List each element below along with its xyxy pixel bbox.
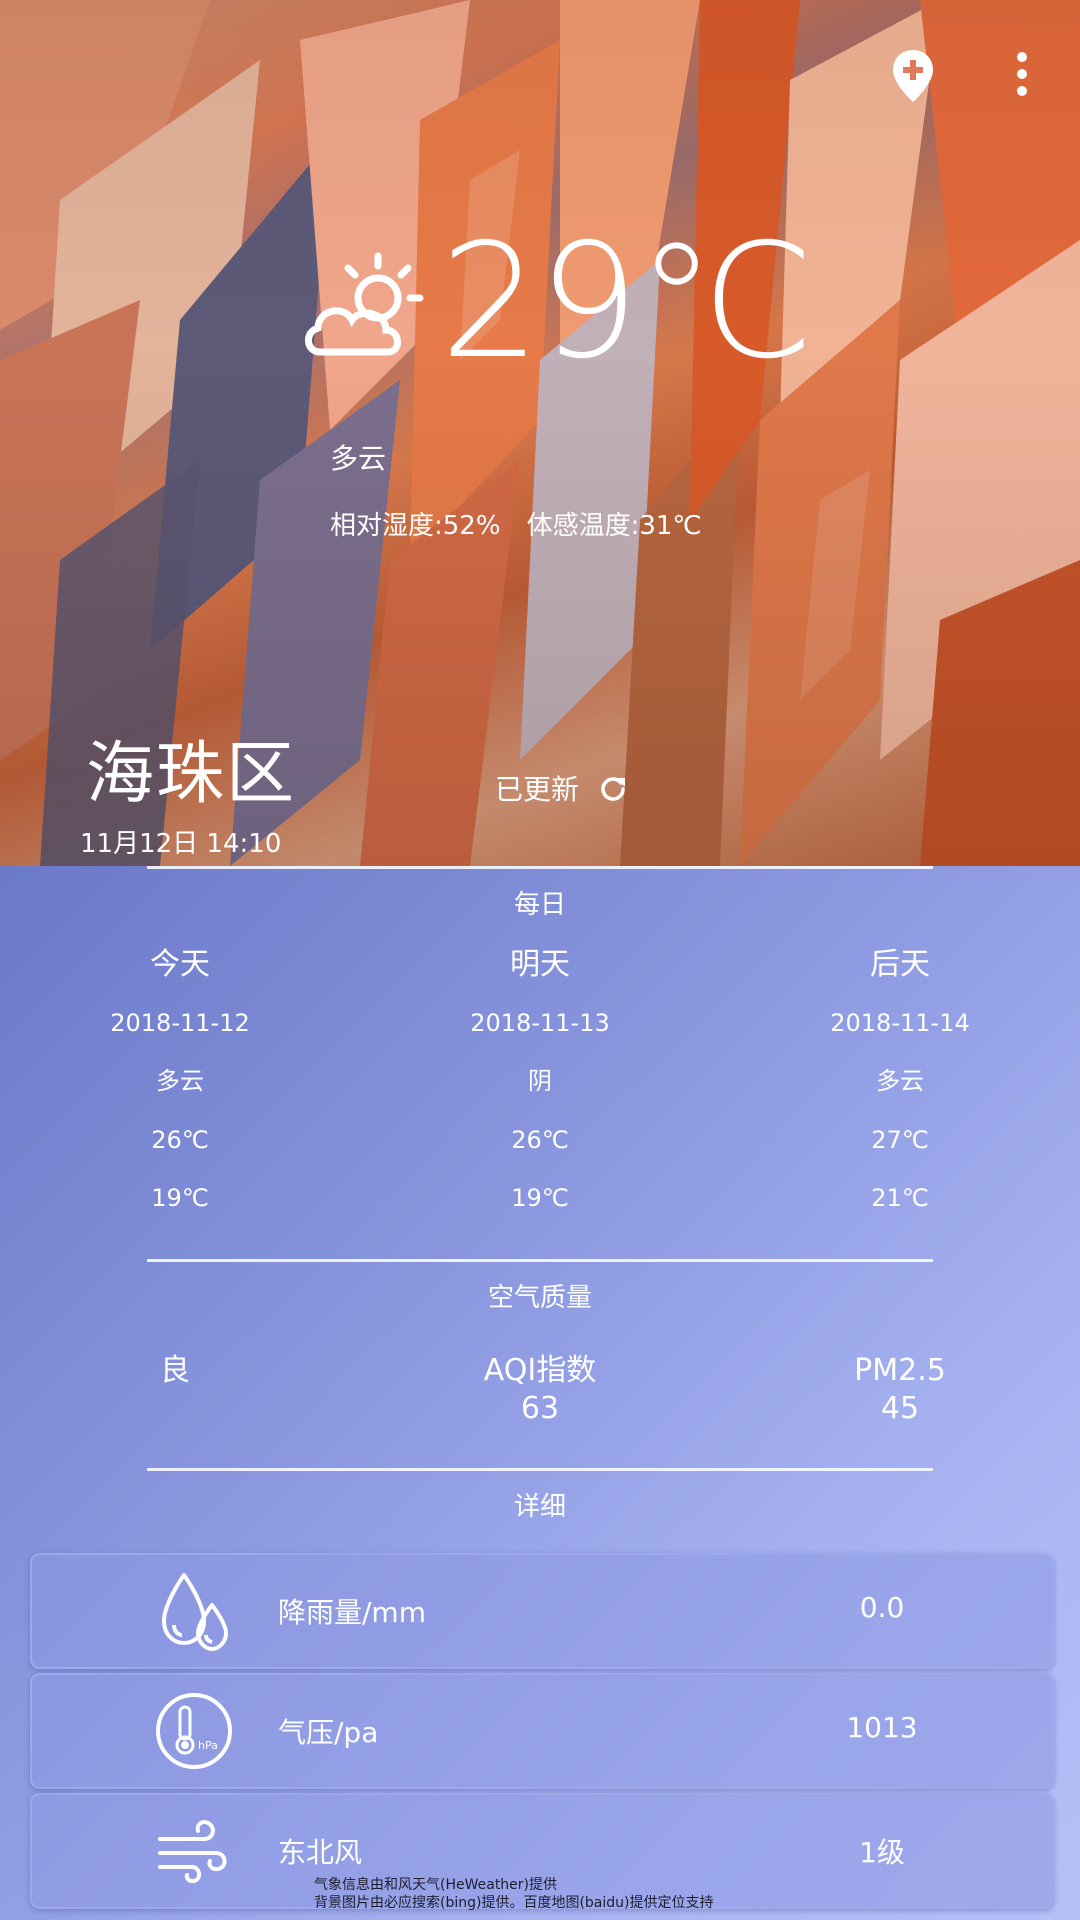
day-high: 26℃: [151, 1126, 209, 1154]
current-condition: 多云: [330, 442, 387, 475]
details-title: 详细: [513, 1492, 566, 1522]
divider-detail: [147, 1468, 933, 1471]
update-datetime: 11月12日 14:10: [80, 829, 282, 859]
detail-card-rainfall[interactable]: 降雨量/mm 0.0: [30, 1553, 1054, 1669]
city-name[interactable]: 海珠区: [86, 718, 296, 817]
more-options-button[interactable]: [1010, 48, 1034, 100]
detail-label: 东北风: [278, 1836, 363, 1869]
forecast-day-tomorrow: 明天 2018-11-13 阴 26℃ 19℃: [390, 935, 690, 1227]
day-high: 27℃: [871, 1126, 929, 1154]
aqi-block: AQI指数 63: [440, 1352, 640, 1428]
svg-text:hPa: hPa: [198, 1739, 218, 1752]
raindrops-icon: [162, 1573, 228, 1651]
air-quality-level: 良: [160, 1353, 190, 1388]
day-low: 19℃: [151, 1184, 209, 1212]
forecast-day-after-tomorrow: 后天 2018-11-14 多云 27℃ 21℃: [750, 935, 1050, 1227]
credits-image-location: 背景图片由必应搜索(bing)提供。百度地图(baidu)提供定位支持: [314, 1895, 714, 1911]
day-date: 2018-11-12: [110, 1009, 250, 1037]
pm25-block: PM2.5 45: [800, 1352, 1000, 1428]
humidity-feels-row: 相对湿度:52% 体感温度:31℃: [330, 505, 728, 542]
pm25-label: PM2.5: [854, 1353, 946, 1388]
detail-label: 降雨量/mm: [278, 1596, 426, 1629]
refresh-button[interactable]: 已更新: [495, 768, 627, 808]
day-label: 明天: [510, 947, 570, 982]
humidity-text: 相对湿度:52%: [330, 511, 501, 541]
air-quality-title: 空气质量: [487, 1283, 592, 1313]
credits-weather: 气象信息由和风天气(HeWeather)提供: [314, 1877, 558, 1893]
day-weather: 多云: [156, 1067, 204, 1095]
forecast-day-today: 今天 2018-11-12 多云 26℃ 19℃: [30, 935, 330, 1227]
barometer-icon: hPa: [156, 1693, 232, 1769]
more-vertical-icon: [1017, 52, 1027, 96]
pm25-value: 45: [880, 1391, 920, 1426]
divider-top: [147, 866, 933, 869]
detail-card-pressure[interactable]: hPa 气压/pa 1013: [30, 1673, 1054, 1789]
updated-label: 已更新: [495, 773, 580, 806]
aqi-label: AQI指数: [483, 1353, 597, 1388]
day-label: 后天: [870, 947, 930, 982]
location-plus-icon: [893, 50, 933, 102]
detail-value: 1013: [846, 1711, 918, 1744]
divider-air: [147, 1259, 933, 1262]
detail-label: 气压/pa: [278, 1716, 379, 1749]
feels-like-text: 体感温度:31℃: [526, 511, 702, 541]
day-label: 今天: [150, 947, 210, 982]
detail-value: 0.0: [859, 1591, 905, 1624]
day-weather: 阴: [528, 1067, 552, 1095]
day-date: 2018-11-14: [830, 1009, 970, 1037]
aqi-value: 63: [520, 1391, 560, 1426]
refresh-icon: [601, 777, 626, 801]
partly-cloudy-icon: [305, 252, 424, 356]
day-weather: 多云: [876, 1067, 924, 1095]
day-low: 21℃: [871, 1184, 929, 1212]
day-low: 19℃: [511, 1184, 569, 1212]
day-high: 26℃: [511, 1126, 569, 1154]
day-date: 2018-11-13: [470, 1009, 610, 1037]
wind-icon: [158, 1820, 227, 1884]
detail-value: 1级: [859, 1836, 905, 1869]
data-credits: 气象信息由和风天气(HeWeather)提供 背景图片由必应搜索(bing)提供…: [314, 1876, 714, 1912]
current-temperature: 29℃: [440, 210, 814, 394]
daily-title: 每日: [513, 890, 566, 920]
add-location-button[interactable]: [888, 46, 938, 106]
